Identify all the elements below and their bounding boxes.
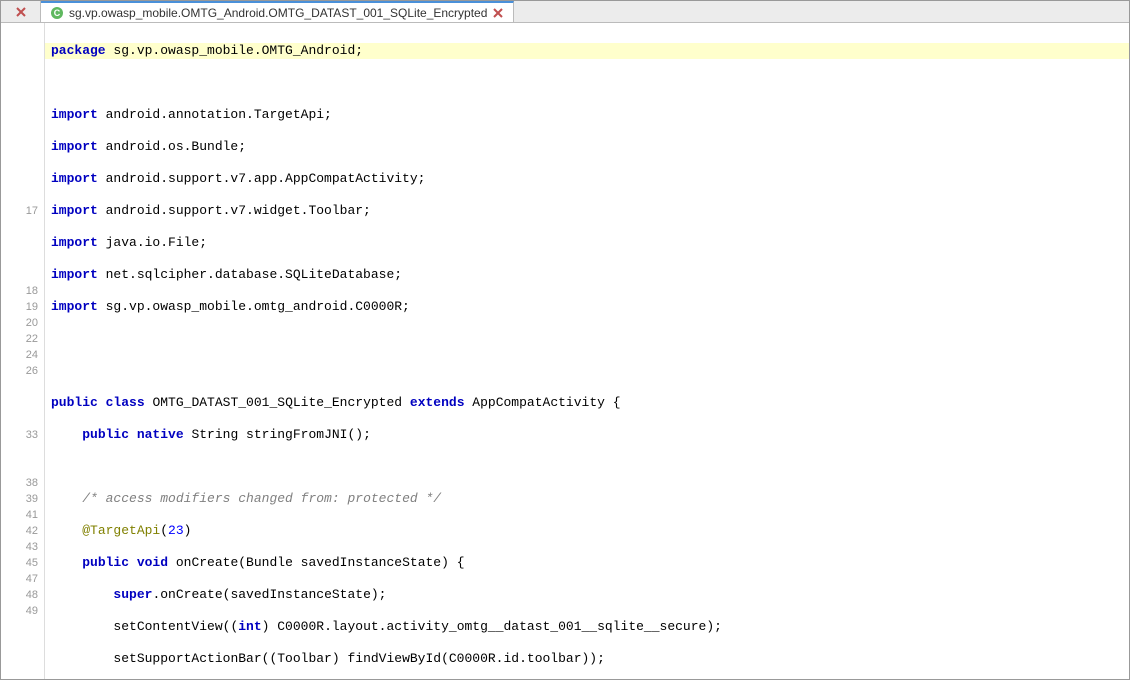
tab-bar: C sg.vp.owasp_mobile.OMTG_Android.OMTG_D…: [1, 1, 1129, 23]
gutter-line: 49: [1, 603, 44, 619]
gutter-line: [1, 123, 44, 139]
editor-body: 17 181920222426 33 383941424345474849 packa…: [1, 23, 1129, 679]
gutter-line: 47: [1, 571, 44, 587]
gutter-line: [1, 395, 44, 411]
gutter-line: [1, 635, 44, 651]
gutter-line: [1, 155, 44, 171]
gutter-line: 41: [1, 507, 44, 523]
close-left-button[interactable]: [1, 1, 41, 22]
gutter-line: [1, 379, 44, 395]
gutter-line: [1, 411, 44, 427]
gutter-line: 19: [1, 299, 44, 315]
gutter-line: [1, 171, 44, 187]
gutter-line: 33: [1, 427, 44, 443]
gutter-line: [1, 267, 44, 283]
line-gutter: 17 181920222426 33 383941424345474849: [1, 23, 45, 679]
tab-title: sg.vp.owasp_mobile.OMTG_Android.OMTG_DAT…: [69, 6, 487, 20]
gutter-line: [1, 187, 44, 203]
gutter-line: [1, 443, 44, 459]
gutter-line: [1, 235, 44, 251]
gutter-line: 43: [1, 539, 44, 555]
gutter-line: 42: [1, 523, 44, 539]
gutter-line: [1, 107, 44, 123]
gutter-line: 45: [1, 555, 44, 571]
gutter-line: 39: [1, 491, 44, 507]
class-icon: C: [51, 7, 63, 19]
gutter-line: 18: [1, 283, 44, 299]
code-area[interactable]: package sg.vp.owasp_mobile.OMTG_Android;…: [45, 23, 1129, 679]
gutter-line: [1, 27, 44, 43]
gutter-line: [1, 251, 44, 267]
editor-frame: C sg.vp.owasp_mobile.OMTG_Android.OMTG_D…: [0, 0, 1130, 680]
gutter-line: [1, 59, 44, 75]
gutter-line: 17: [1, 203, 44, 219]
gutter-line: 22: [1, 331, 44, 347]
gutter-line: [1, 75, 44, 91]
gutter-line: 48: [1, 587, 44, 603]
gutter-line: [1, 219, 44, 235]
gutter-line: 26: [1, 363, 44, 379]
editor-tab[interactable]: C sg.vp.owasp_mobile.OMTG_Android.OMTG_D…: [41, 1, 514, 22]
close-tab-icon[interactable]: [493, 8, 503, 18]
gutter-line: 38: [1, 475, 44, 491]
gutter-line: [1, 91, 44, 107]
close-icon: [16, 7, 26, 17]
gutter-line: 24: [1, 347, 44, 363]
gutter-line: 20: [1, 315, 44, 331]
gutter-line: [1, 459, 44, 475]
gutter-line: [1, 619, 44, 635]
gutter-line: [1, 43, 44, 59]
gutter-line: [1, 139, 44, 155]
